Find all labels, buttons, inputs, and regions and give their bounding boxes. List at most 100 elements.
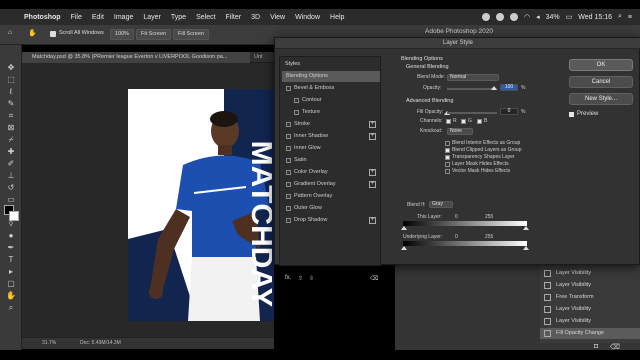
camera-icon[interactable]: ◘ [594,343,598,350]
opacity-input[interactable]: 100 [500,84,518,91]
search-icon[interactable]: ⌕ [618,13,622,21]
style-item-stroke[interactable]: Stroke + [282,119,380,130]
quick-select-icon[interactable]: ✎ [5,99,17,109]
eyedropper-icon[interactable]: ⌿ [5,135,17,145]
cancel-button[interactable]: Cancel [569,76,633,88]
history-item[interactable]: Layer Visibility [540,304,640,315]
style-checkbox[interactable] [286,146,291,151]
blend-if-select[interactable]: Gray [429,201,453,208]
style-item-inner-shadow[interactable]: Inner Shadow + [282,131,380,142]
style-item-drop-shadow[interactable]: Drop Shadow + [282,215,380,226]
advanced-blending-checkbox[interactable] [445,141,450,146]
this-layer-low-thumb[interactable] [401,226,407,230]
menu-filter[interactable]: Filter [226,14,242,21]
history-brush-icon[interactable]: ↺ [5,183,17,193]
menu-image[interactable]: Image [114,14,133,21]
style-checkbox[interactable] [286,206,291,211]
channel-g-checkbox[interactable] [461,119,466,124]
move-down-icon[interactable]: ⇩ [309,275,314,282]
style-item-blending-options[interactable]: Blending Options [282,71,380,82]
record-icon[interactable] [481,13,490,21]
add-effect-icon[interactable]: + [369,217,376,224]
fill-opacity-input[interactable]: 0 [500,108,518,115]
fill-screen-button[interactable]: Fill Screen [173,29,209,40]
new-style-button[interactable]: New Style... [569,93,633,105]
dropbox-icon[interactable] [509,13,518,21]
style-checkbox[interactable] [294,110,299,115]
menu-type[interactable]: Type [171,14,186,21]
hand-tool-icon[interactable]: ✋ [5,291,17,301]
lasso-tool-icon[interactable]: ℓ [5,87,17,97]
zoom-status[interactable]: 31.7% [42,340,56,346]
clock[interactable]: Wed 15:16 [578,14,612,21]
menu-file[interactable]: File [71,14,82,21]
style-item-outer-glow[interactable]: Outer Glow [282,203,380,214]
background-color-swatch[interactable] [9,211,19,221]
move-up-icon[interactable]: ⇧ [298,275,303,282]
dodge-tool-icon[interactable]: ● [5,231,17,241]
style-checkbox[interactable] [286,158,291,163]
fill-opacity-slider[interactable] [447,112,497,114]
style-item-satin[interactable]: Satin [282,155,380,166]
history-item[interactable]: Layer Visibility [540,316,640,327]
pen-tool-icon[interactable]: ✒ [5,243,17,253]
wifi-icon[interactable]: ◠ [524,13,530,21]
add-effect-icon[interactable]: + [369,181,376,188]
underlying-low-thumb[interactable] [401,246,407,250]
underlying-high-thumb[interactable] [523,246,529,250]
menu-view[interactable]: View [270,14,285,21]
style-checkbox[interactable] [286,194,291,199]
advanced-blending-checkbox[interactable] [445,148,450,153]
apple-icon[interactable] [7,12,17,22]
advanced-blending-checkbox[interactable] [445,155,450,160]
style-checkbox[interactable] [286,86,291,91]
zoom-100-button[interactable]: 100% [110,29,135,40]
menu-app[interactable]: Photoshop [24,14,61,21]
menu-select[interactable]: Select [196,14,215,21]
style-checkbox[interactable] [286,122,291,127]
move-tool-icon[interactable]: ✥ [5,63,17,73]
menu-edit[interactable]: Edit [92,14,104,21]
style-item-color-overlay[interactable]: Color Overlay + [282,167,380,178]
shape-tool-icon[interactable]: ▢ [5,279,17,289]
fit-screen-button[interactable]: Fit Screen [136,29,172,40]
document-tab[interactable]: Matchday.psd @ 35.8% (PRemier league Eve… [22,52,250,63]
delete-effect-icon[interactable]: ⌫ [370,275,378,282]
this-layer-gradient[interactable] [403,221,527,226]
style-checkbox[interactable] [294,98,299,103]
fx-button[interactable]: fx. [285,275,291,281]
history-item-selected[interactable]: Fill Opacity Change [540,328,640,339]
blend-mode-select[interactable]: Normal [447,74,499,81]
style-checkbox[interactable] [286,218,291,223]
menu-help[interactable]: Help [330,14,344,21]
advanced-blending-checkbox[interactable] [445,162,450,167]
menu-layer[interactable]: Layer [143,14,161,21]
eraser-tool-icon[interactable]: ▭ [5,195,17,205]
style-item-texture[interactable]: Texture [282,107,380,118]
underlying-gradient[interactable] [403,241,527,246]
home-icon[interactable]: ⌂ [8,29,12,36]
menu-3d[interactable]: 3D [251,14,260,21]
second-document-tab[interactable]: Unt [254,52,263,63]
hand-tool-icon[interactable]: ✋ [28,29,37,37]
opacity-slider[interactable] [447,88,497,90]
artboard-matchday[interactable]: MATCHDAY [128,89,274,321]
history-item[interactable]: Layer Visibility [540,268,640,279]
scroll-all-checkbox[interactable] [50,31,56,37]
trash-icon[interactable]: ⌫ [610,343,620,351]
path-select-icon[interactable]: ▸ [5,267,17,277]
control-center-icon[interactable]: ≡ [628,14,632,21]
advanced-blending-checkbox[interactable] [445,169,450,174]
preview-checkbox[interactable] [569,112,574,117]
style-item-gradient-overlay[interactable]: Gradient Overlay + [282,179,380,190]
history-item[interactable]: Free Transform [540,292,640,303]
style-item-contour[interactable]: Contour [282,95,380,106]
volume-icon[interactable]: ◂ [536,13,540,21]
style-item-bevel-emboss[interactable]: Bevel & Emboss [282,83,380,94]
knockout-select[interactable]: None [447,128,473,135]
channel-r-checkbox[interactable] [446,119,451,124]
add-effect-icon[interactable]: + [369,121,376,128]
crop-tool-icon[interactable]: ⌗ [5,111,17,121]
zoom-tool-icon[interactable]: ⌕ [5,303,17,313]
stamp-tool-icon[interactable]: ⊥ [5,171,17,181]
